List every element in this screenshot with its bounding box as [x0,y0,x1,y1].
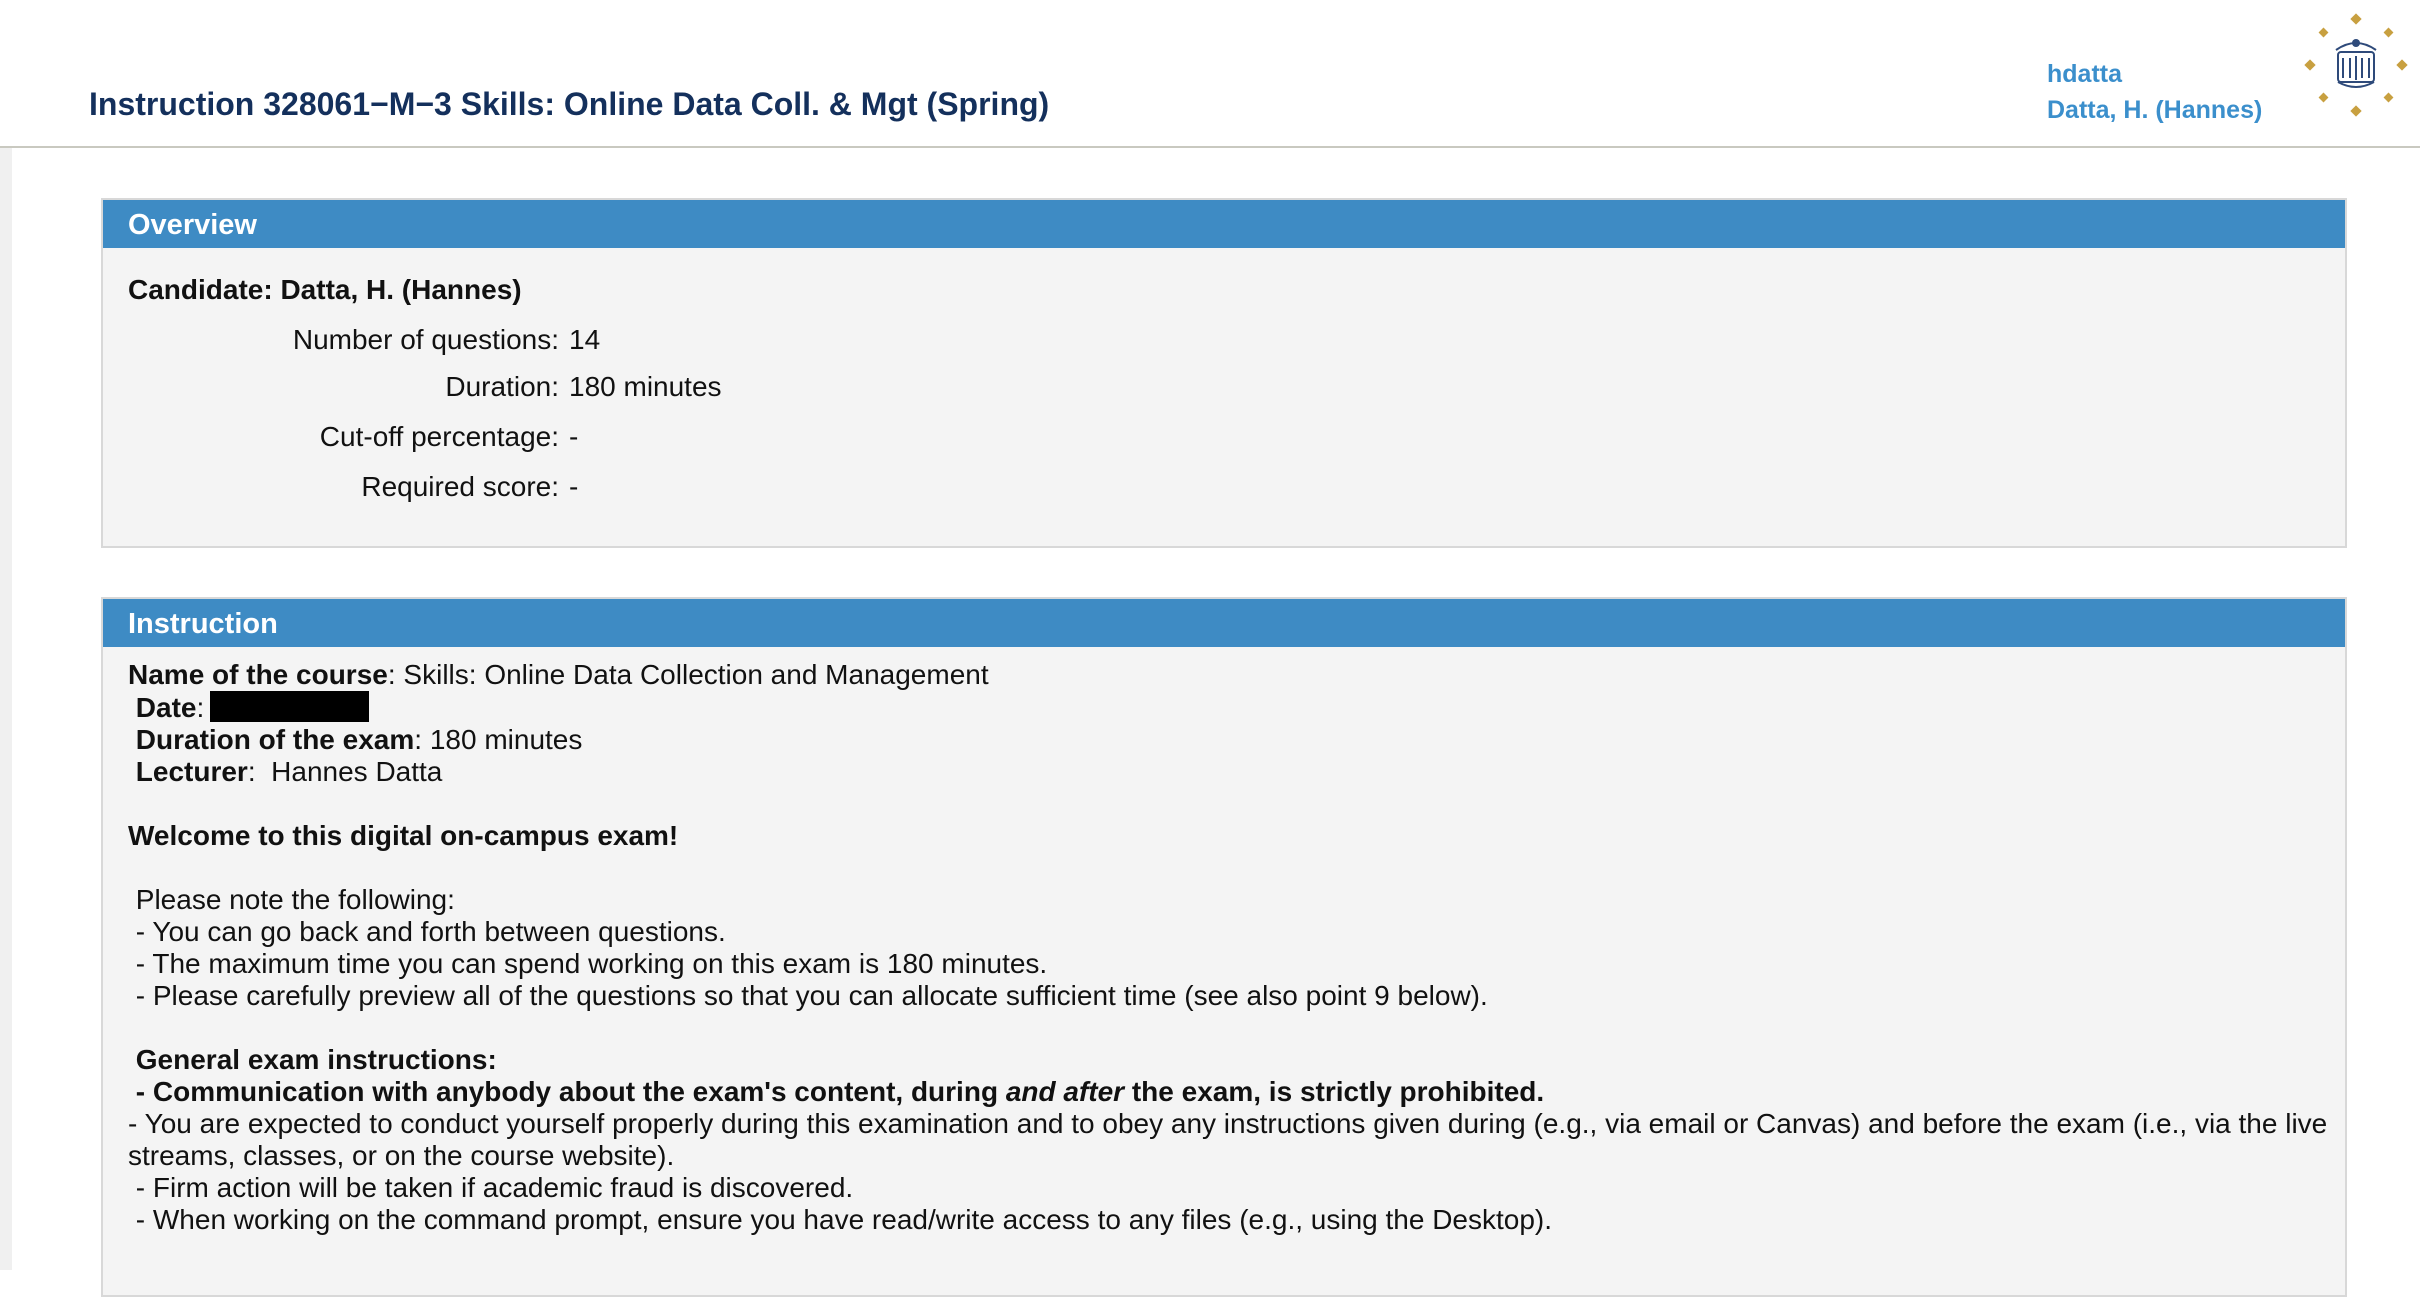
lecturer-value: : Hannes Datta [247,756,443,787]
overview-panel: Overview Candidate: Datta, H. (Hannes) N… [101,198,2347,548]
username-link[interactable]: hdatta [2047,56,2262,92]
redacted-date [210,691,370,722]
university-seal-icon [2304,13,2408,117]
note-intro: Please note the following: [128,884,455,915]
overview-value: - [569,421,579,452]
overview-heading: Overview [103,200,2345,248]
lecturer-label: Lecturer [128,756,248,787]
overview-label: Cut-off percentage: [319,421,559,452]
overview-label: Required score: [361,471,559,502]
rule-item-communication: - Communication with anybody about the e… [128,1076,2328,1108]
date-separator: : [196,692,205,723]
rule-item: - You are expected to conduct yourself p… [128,1108,2328,1171]
date-label: Date [128,692,197,723]
user-fullname-link[interactable]: Datta, H. (Hannes) [2047,92,2262,128]
overview-value: 14 [569,324,601,355]
date-line: Date: [128,691,2328,724]
course-line: Name of the course: Skills: Online Data … [128,659,2328,691]
overview-label: Duration: [445,371,559,402]
instruction-heading: Instruction [103,599,2345,647]
user-info: hdatta Datta, H. (Hannes) [2047,56,2262,128]
welcome-message: Welcome to this digital on-campus exam! [128,820,679,851]
instruction-panel: Instruction Name of the course: Skills: … [101,597,2347,1297]
note-item: - Please carefully preview all of the qu… [128,980,1488,1011]
note-item: - You can go back and forth between ques… [128,916,726,947]
candidate-name: Candidate: Datta, H. (Hannes) [128,274,522,305]
rule-text: the exam, is strictly prohibited. [1124,1076,1545,1107]
duration-line: Duration of the exam: 180 minutes [128,724,2328,756]
page-header: Instruction 328061−M−3 Skills: Online Da… [0,0,2420,148]
rule-item: - Firm action will be taken if academic … [128,1172,854,1203]
overview-value: - [569,471,579,502]
course-label: Name of the course [128,659,388,690]
overview-label: Number of questions: [292,324,559,355]
rule-text: Communication with anybody about the exa… [152,1076,1006,1107]
rule-emphasis: and after [1005,1076,1125,1107]
rule-dash: - [128,1076,153,1107]
note-item: - The maximum time you can spend working… [128,948,1048,979]
page-title: Instruction 328061−M−3 Skills: Online Da… [89,86,1050,122]
general-instructions-heading: General exam instructions: [128,1044,497,1075]
course-value: : Skills: Online Data Collection and Man… [387,659,989,690]
main-content: Overview Candidate: Datta, H. (Hannes) N… [0,148,2420,1297]
lecturer-line: Lecturer: Hannes Datta [128,756,2328,788]
overview-value: 180 minutes [569,371,722,402]
duration-value: : 180 minutes [414,724,583,755]
rule-item: - When working on the command prompt, en… [128,1204,1553,1235]
duration-label: Duration of the exam [128,724,415,755]
instruction-body: Name of the course: Skills: Online Data … [128,659,2328,1236]
